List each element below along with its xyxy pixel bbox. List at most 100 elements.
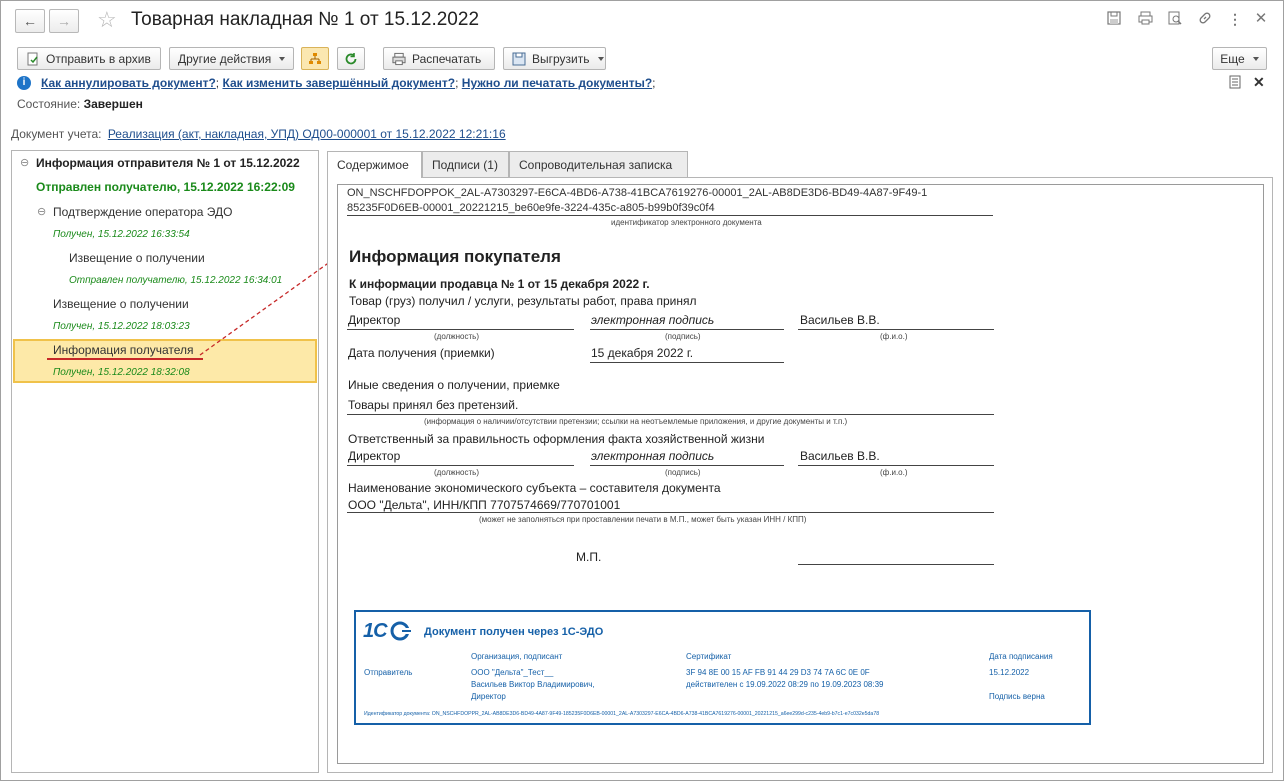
hierarchy-icon [309,52,321,64]
divider [347,215,993,216]
close-icon[interactable]: ✕ [1253,11,1269,27]
other-actions-label: Другие действия [178,51,272,66]
document-icon[interactable] [1229,75,1241,92]
chevron-down-icon [1252,56,1259,61]
export-button[interactable]: Выгрузить [503,47,606,70]
help-sep-1: ; [215,76,220,90]
divider [798,465,994,466]
stamp-title: Документ получен через 1С-ЭДО [424,626,604,638]
link-icon[interactable] [1197,11,1213,27]
help-link-annul[interactable]: Как аннулировать документ? [41,76,216,90]
doc-date-value: 15 декабря 2022 г. [591,346,694,360]
document-tree [11,150,319,773]
divider [798,329,994,330]
doc-heading: Информация покупателя [349,247,561,266]
tab-cover-note[interactable]: Сопроводительная записка [509,151,688,177]
help-links: Как аннулировать документ?; Как изменить… [41,76,656,90]
arrow-right-icon: → [57,13,71,29]
back-button[interactable]: ← [15,9,45,33]
save-icon[interactable] [1106,11,1122,27]
doc-id-line-1: ON_NSCHFDOPPOK_2AL-A7303297-E6CA-4BD6-A7… [347,187,928,199]
divider [590,362,784,363]
doc-date-label: Дата получения (приемки) [348,346,495,360]
underline-mark [47,358,203,360]
doc-position: Директор [348,313,401,327]
help-link-change[interactable]: Как изменить завершённый документ? [222,76,455,90]
divider [798,564,994,565]
account-doc-link[interactable]: Реализация (акт, накладная, УПД) ОД00-00… [108,127,506,141]
refresh-icon [345,52,357,64]
stamp-verified: Подпись верна [989,692,1045,701]
divider [347,465,574,466]
info-icon: i [17,76,31,90]
tree-item-op-confirm[interactable]: Подтверждение оператора ЭДО [53,205,233,219]
cap-signature: (подпись) [665,332,701,341]
divider [347,329,574,330]
doc-name-2: Васильев В.В. [800,449,880,463]
collapse-icon[interactable]: ⊖ [37,205,46,218]
tree-item-root-status: Отправлен получателю, 15.12.2022 16:22:0… [36,180,295,194]
doc-signature: электронная подпись [591,313,715,327]
collapse-icon[interactable]: ⊖ [20,156,29,169]
stamp-col-date: Дата подписания [989,652,1053,661]
logo-1c: 1С [363,620,388,642]
stamp-org-3: Директор [471,692,506,701]
window: ← → ☆ Товарная накладная № 1 от 15.12.20… [0,0,1284,781]
divider [347,512,994,513]
window-title: Товарная накладная № 1 от 15.12.2022 [131,9,480,30]
divider [347,414,994,415]
doc-name: Васильев В.В. [800,313,880,327]
stamp-col-org: Организация, подписант [471,652,563,661]
chevron-down-icon [279,56,286,61]
stamp-org-2: Васильев Виктор Владимирович, [471,680,595,689]
state-row: Состояние: Завершен [17,97,143,111]
structure-button[interactable] [301,47,329,70]
stamp-org-1: ООО "Дельта"_Тест__ [471,668,554,677]
printer-icon [392,52,406,66]
doc-position-2: Директор [348,449,401,463]
doc-mp: М.П. [576,550,602,564]
doc-other-caption: (информация о наличии/отсутствии претенз… [424,417,848,426]
doc-subheading: К информации продавца № 1 от 15 декабря … [349,277,650,291]
more-button[interactable]: Еще [1212,47,1267,70]
doc-entity-value: ООО "Дельта", ИНН/КПП 7707574669/7707010… [348,498,621,512]
close-icon[interactable]: ✕ [1253,74,1265,91]
divider [590,329,784,330]
stamp-date: 15.12.2022 [989,668,1030,677]
refresh-button[interactable] [337,47,365,70]
doc-entity-label: Наименование экономического субъекта – с… [348,481,721,495]
forward-button[interactable]: → [49,9,79,33]
tree-item-notice-2[interactable]: Извещение о получении [53,297,189,311]
export-label: Выгрузить [532,51,590,66]
preview-icon[interactable] [1167,11,1183,27]
tab-signatures[interactable]: Подписи (1) [422,151,509,177]
cap-name-2: (ф.и.о.) [880,468,908,477]
stamp-cert-2: действителен с 19.09.2022 08:29 по 19.09… [686,680,884,689]
tree-item-notice-2-status: Получен, 15.12.2022 18:03:23 [53,321,190,332]
tree-item-recipient-info[interactable]: Информация получателя [53,343,194,357]
print-button[interactable]: Распечатать [383,47,495,70]
arrow-left-icon: ← [23,13,37,29]
star-icon[interactable]: ☆ [97,8,117,32]
doc-other-info: Иные сведения о получении, приемке [348,378,560,392]
tree-item-recipient-info-status: Получен, 15.12.2022 18:32:08 [53,367,190,378]
help-link-print[interactable]: Нужно ли печатать документы? [462,76,652,90]
doc-other-value: Товары принял без претензий. [348,398,519,412]
doc-id-line-2: 85235F0D6EB-00001_20221215_be60e9fe-3224… [347,202,715,214]
printer-icon[interactable] [1137,11,1153,27]
cap-position-2: (должность) [434,468,479,477]
cap-name: (ф.и.о.) [880,332,908,341]
send-to-archive-button[interactable]: Отправить в архив [17,47,161,70]
help-sep-3: ; [652,76,656,90]
more-vertical-icon[interactable]: ⋮ [1227,11,1243,27]
tree-item-notice-1[interactable]: Извещение о получении [69,251,205,265]
more-label: Еще [1220,51,1245,66]
archive-icon [26,52,40,66]
other-actions-button[interactable]: Другие действия [169,47,294,70]
stamp-cert-1: 3F 94 8E 00 15 AF FB 91 44 29 D3 74 7A 6… [686,668,870,677]
send-to-archive-label: Отправить в архив [46,51,151,66]
tab-content[interactable]: Содержимое [327,151,422,178]
chevron-down-icon [597,56,604,61]
stamp-id-line: Идентификатор документа: ON_NSCHFDOPPR_2… [364,711,880,717]
tree-item-root[interactable]: Информация отправителя № 1 от 15.12.2022 [36,156,300,170]
